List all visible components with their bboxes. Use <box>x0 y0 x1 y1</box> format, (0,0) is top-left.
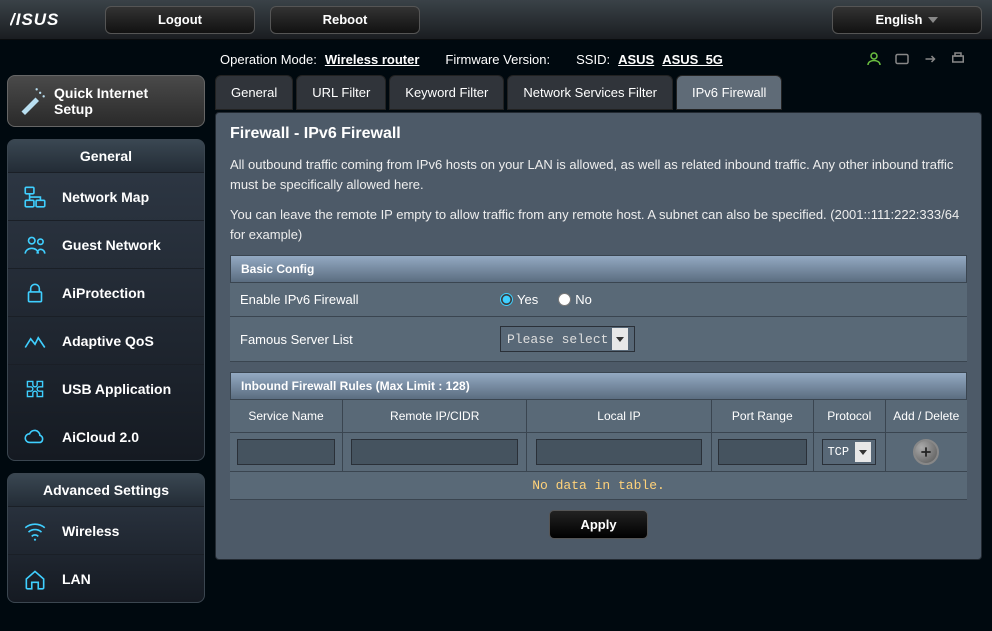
sidebar-item-label: Network Map <box>62 189 149 205</box>
add-rule-button[interactable] <box>913 439 939 465</box>
ssid-label: SSID: <box>576 52 610 67</box>
info-line: Operation Mode: Wireless router Firmware… <box>0 40 992 70</box>
printer-icon[interactable] <box>949 50 967 68</box>
sidebar-item-label: LAN <box>62 571 91 587</box>
sidebar-item-lan[interactable]: LAN <box>8 554 204 602</box>
nav-advanced: Advanced Settings Wireless LAN <box>7 473 205 603</box>
nav-advanced-header: Advanced Settings <box>8 474 204 506</box>
svg-text:/ISUS: /ISUS <box>10 10 59 29</box>
op-mode-label: Operation Mode: <box>220 52 317 67</box>
tab-network-services-filter[interactable]: Network Services Filter <box>507 75 673 110</box>
tabs: General URL Filter Keyword Filter Networ… <box>215 75 982 110</box>
ssid-1[interactable]: ASUS <box>618 52 654 67</box>
puzzle-icon <box>20 374 50 404</box>
op-mode-value[interactable]: Wireless router <box>325 52 420 67</box>
qis-line2: Setup <box>54 101 148 117</box>
col-local: Local IP <box>527 400 711 433</box>
col-port: Port Range <box>711 400 813 433</box>
language-select[interactable]: English <box>832 6 982 34</box>
language-label: English <box>876 12 923 27</box>
logout-button[interactable]: Logout <box>105 6 255 34</box>
usb2-icon[interactable] <box>921 50 939 68</box>
client-icon[interactable] <box>865 50 883 68</box>
col-remote: Remote IP/CIDR <box>343 400 527 433</box>
rules-header: Inbound Firewall Rules (Max Limit : 128) <box>230 372 967 400</box>
panel: Firewall - IPv6 Firewall All outbound tr… <box>215 112 982 560</box>
panel-desc1: All outbound traffic coming from IPv6 ho… <box>230 155 967 195</box>
sidebar-item-label: USB Application <box>62 381 171 397</box>
apply-button[interactable]: Apply <box>549 510 647 539</box>
network-map-icon <box>20 182 50 212</box>
enable-ipv6-radio-group: Yes No <box>500 292 957 307</box>
tab-general[interactable]: General <box>215 75 293 110</box>
content: General URL Filter Keyword Filter Networ… <box>205 75 992 615</box>
chevron-down-icon <box>855 442 871 462</box>
tab-ipv6-firewall[interactable]: IPv6 Firewall <box>676 75 782 110</box>
chevron-down-icon <box>612 328 628 350</box>
port-range-input[interactable] <box>718 439 807 465</box>
col-service: Service Name <box>230 400 343 433</box>
sidebar-item-usb-application[interactable]: USB Application <box>8 364 204 412</box>
plus-icon <box>919 445 933 459</box>
remote-ip-input[interactable] <box>351 439 517 465</box>
famous-server-value: Please select <box>507 332 608 347</box>
sidebar-item-aiprotection[interactable]: AiProtection <box>8 268 204 316</box>
enable-ipv6-label: Enable IPv6 Firewall <box>240 292 500 307</box>
basic-config-header: Basic Config <box>230 255 967 283</box>
sidebar: Quick Internet Setup General Network Map… <box>0 75 205 615</box>
local-ip-input[interactable] <box>536 439 702 465</box>
top-bar: /ISUS Logout Reboot English <box>0 0 992 40</box>
ssid-2[interactable]: ASUS_5G <box>662 52 723 67</box>
qis-line1: Quick Internet <box>54 85 148 101</box>
lock-icon <box>20 278 50 308</box>
nav-general-header: General <box>8 140 204 172</box>
cloud-icon <box>20 422 50 452</box>
no-data-message: No data in table. <box>230 472 967 500</box>
asus-logo: /ISUS <box>10 8 90 32</box>
sidebar-item-wireless[interactable]: Wireless <box>8 506 204 554</box>
home-icon <box>20 564 50 594</box>
sidebar-item-label: Adaptive QoS <box>62 333 154 349</box>
sidebar-item-label: Guest Network <box>62 237 161 253</box>
rules-table: Service Name Remote IP/CIDR Local IP Por… <box>230 400 967 500</box>
radio-yes-input[interactable] <box>500 293 513 306</box>
service-name-input[interactable] <box>237 439 336 465</box>
sidebar-item-network-map[interactable]: Network Map <box>8 172 204 220</box>
radio-no[interactable]: No <box>558 292 592 307</box>
nav-general: General Network Map Guest Network AiProt… <box>7 139 205 461</box>
sidebar-item-label: AiProtection <box>62 285 145 301</box>
tab-url-filter[interactable]: URL Filter <box>296 75 386 110</box>
radio-yes[interactable]: Yes <box>500 292 538 307</box>
col-proto: Protocol <box>813 400 885 433</box>
reboot-button[interactable]: Reboot <box>270 6 420 34</box>
panel-desc2: You can leave the remote IP empty to all… <box>230 205 967 245</box>
col-action: Add / Delete <box>885 400 967 433</box>
fw-label: Firmware Version: <box>445 52 550 67</box>
wand-icon <box>18 87 46 115</box>
sidebar-item-guest-network[interactable]: Guest Network <box>8 220 204 268</box>
protocol-select[interactable]: TCP <box>822 439 876 465</box>
chevron-down-icon <box>928 17 938 23</box>
protocol-value: TCP <box>827 445 849 459</box>
famous-server-label: Famous Server List <box>240 332 500 347</box>
famous-server-select[interactable]: Please select <box>500 326 635 352</box>
sidebar-item-label: Wireless <box>62 523 119 539</box>
tab-keyword-filter[interactable]: Keyword Filter <box>389 75 504 110</box>
guest-network-icon <box>20 230 50 260</box>
sidebar-item-adaptive-qos[interactable]: Adaptive QoS <box>8 316 204 364</box>
usb-icon[interactable] <box>893 50 911 68</box>
wifi-icon <box>20 516 50 546</box>
sidebar-item-label: AiCloud 2.0 <box>62 429 139 445</box>
qos-icon <box>20 326 50 356</box>
sidebar-item-aicloud[interactable]: AiCloud 2.0 <box>8 412 204 460</box>
radio-no-input[interactable] <box>558 293 571 306</box>
panel-title: Firewall - IPv6 Firewall <box>230 125 967 143</box>
quick-internet-setup[interactable]: Quick Internet Setup <box>7 75 205 127</box>
